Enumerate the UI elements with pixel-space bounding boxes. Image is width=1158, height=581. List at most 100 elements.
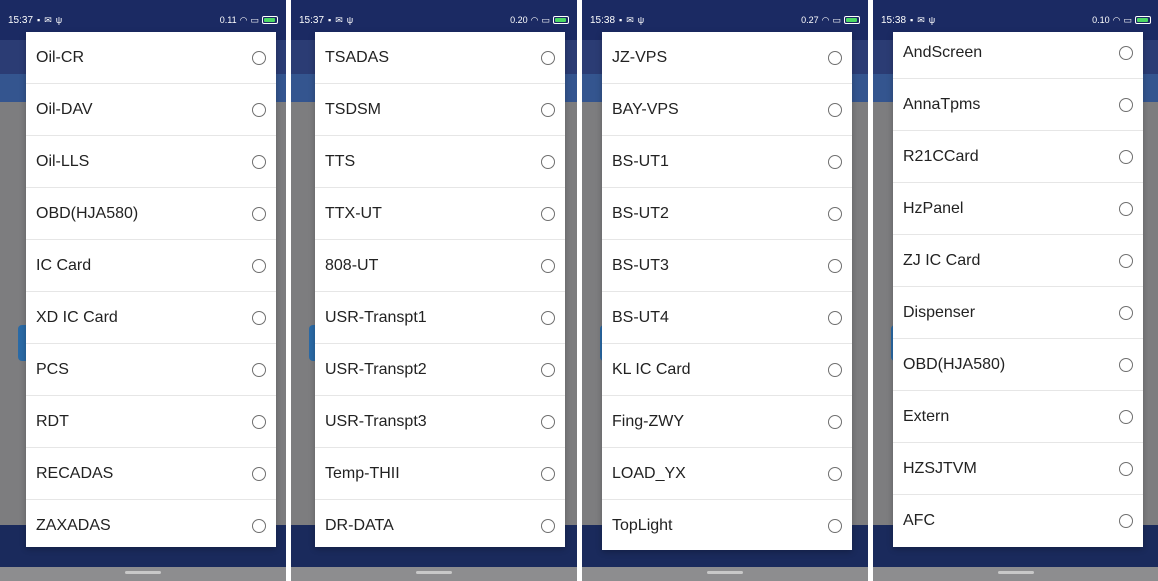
message-icon: ▪	[328, 14, 332, 25]
radio-unselected-icon[interactable]	[541, 154, 555, 169]
option-label: BS-UT3	[612, 256, 669, 274]
radio-unselected-icon[interactable]	[541, 466, 555, 481]
radio-unselected-icon[interactable]	[252, 310, 266, 325]
option-item[interactable]: Temp-THII	[315, 448, 565, 500]
option-item[interactable]: IC Card	[26, 240, 276, 292]
radio-unselected-icon[interactable]	[541, 519, 555, 533]
radio-unselected-icon[interactable]	[541, 206, 555, 221]
option-item[interactable]: HZSJTVM	[893, 443, 1143, 495]
option-item[interactable]: HzPanel	[893, 183, 1143, 235]
option-item[interactable]: OBD(HJA580)	[26, 188, 276, 240]
radio-unselected-icon[interactable]	[252, 414, 266, 429]
radio-unselected-icon[interactable]	[252, 258, 266, 273]
option-label: DR-DATA	[325, 517, 394, 534]
option-item[interactable]: 808-UT	[315, 240, 565, 292]
radio-unselected-icon[interactable]	[252, 50, 266, 65]
option-item[interactable]: Extern	[893, 391, 1143, 443]
radio-unselected-icon[interactable]	[1119, 461, 1133, 476]
radio-unselected-icon[interactable]	[252, 362, 266, 377]
option-item[interactable]: DR-DATA	[315, 500, 565, 547]
radio-unselected-icon[interactable]	[1119, 97, 1133, 112]
radio-unselected-icon[interactable]	[541, 50, 555, 65]
radio-unselected-icon[interactable]	[828, 154, 842, 169]
radio-unselected-icon[interactable]	[541, 414, 555, 429]
radio-unselected-icon[interactable]	[541, 310, 555, 325]
option-item[interactable]: USR-Transpt1	[315, 292, 565, 344]
option-item[interactable]: RDT	[26, 396, 276, 448]
option-label: USR-Transpt2	[325, 360, 427, 378]
option-item[interactable]: USR-Transpt2	[315, 344, 565, 396]
option-item[interactable]: XD IC Card	[26, 292, 276, 344]
radio-unselected-icon[interactable]	[828, 414, 842, 429]
radio-unselected-icon[interactable]	[1119, 409, 1133, 424]
option-dialog: AndScreen AnnaTpms R21CCard HzPanel ZJ I…	[893, 32, 1143, 547]
radio-unselected-icon[interactable]	[1119, 305, 1133, 320]
option-label: BS-UT4	[612, 308, 669, 326]
nav-handle[interactable]	[125, 571, 161, 574]
radio-unselected-icon[interactable]	[1119, 201, 1133, 216]
radio-unselected-icon[interactable]	[828, 519, 842, 533]
option-label: USR-Transpt1	[325, 308, 427, 326]
option-item[interactable]: Oil-LLS	[26, 136, 276, 188]
radio-unselected-icon[interactable]	[828, 310, 842, 325]
radio-unselected-icon[interactable]	[541, 362, 555, 377]
option-item[interactable]: RECADAS	[26, 448, 276, 500]
option-item[interactable]: R21CCard	[893, 131, 1143, 183]
option-item[interactable]: Oil-CR	[26, 32, 276, 84]
radio-unselected-icon[interactable]	[828, 466, 842, 481]
mail-icon: ✉	[626, 14, 634, 25]
option-item[interactable]: PCS	[26, 344, 276, 396]
option-label: Oil-CR	[36, 48, 84, 66]
radio-unselected-icon[interactable]	[828, 258, 842, 273]
option-item[interactable]: AndScreen	[893, 32, 1143, 79]
option-item[interactable]: BS-UT2	[602, 188, 852, 240]
radio-unselected-icon[interactable]	[1119, 149, 1133, 164]
radio-unselected-icon[interactable]	[252, 466, 266, 481]
radio-unselected-icon[interactable]	[541, 102, 555, 117]
radio-unselected-icon[interactable]	[252, 154, 266, 169]
option-item[interactable]: ZAXADAS	[26, 500, 276, 547]
radio-unselected-icon[interactable]	[541, 258, 555, 273]
radio-unselected-icon[interactable]	[1119, 357, 1133, 372]
option-item[interactable]: Oil-DAV	[26, 84, 276, 136]
option-label: OBD(HJA580)	[903, 355, 1006, 373]
option-item[interactable]: TopLight	[602, 500, 852, 550]
option-item[interactable]: BS-UT1	[602, 136, 852, 188]
option-item[interactable]: AnnaTpms	[893, 79, 1143, 131]
nav-handle[interactable]	[416, 571, 452, 574]
option-item[interactable]: JZ-VPS	[602, 32, 852, 84]
radio-unselected-icon[interactable]	[1119, 253, 1133, 268]
option-item[interactable]: OBD(HJA580)	[893, 339, 1143, 391]
option-item[interactable]: TSADAS	[315, 32, 565, 84]
option-item[interactable]: TTX-UT	[315, 188, 565, 240]
radio-unselected-icon[interactable]	[1119, 514, 1133, 528]
usb-icon: ψ	[637, 14, 645, 25]
option-label: TTS	[325, 152, 356, 170]
option-item[interactable]: USR-Transpt3	[315, 396, 565, 448]
option-label: ZJ IC Card	[903, 251, 981, 269]
radio-unselected-icon[interactable]	[1119, 45, 1133, 60]
radio-unselected-icon[interactable]	[252, 519, 266, 533]
option-item[interactable]: ZJ IC Card	[893, 235, 1143, 287]
option-label: TSADAS	[325, 48, 390, 66]
option-item[interactable]: LOAD_YX	[602, 448, 852, 500]
battery-icon	[553, 16, 569, 24]
option-item[interactable]: Dispenser	[893, 287, 1143, 339]
radio-unselected-icon[interactable]	[252, 102, 266, 117]
option-item[interactable]: BS-UT4	[602, 292, 852, 344]
option-item[interactable]: TTS	[315, 136, 565, 188]
radio-unselected-icon[interactable]	[828, 102, 842, 117]
radio-unselected-icon[interactable]	[252, 206, 266, 221]
radio-unselected-icon[interactable]	[828, 206, 842, 221]
option-item[interactable]: AFC	[893, 495, 1143, 547]
option-item[interactable]: BAY-VPS	[602, 84, 852, 136]
radio-unselected-icon[interactable]	[828, 50, 842, 65]
option-dialog: TSADAS TSDSM TTS TTX-UT 808-UT USR-Trans…	[315, 32, 565, 547]
nav-handle[interactable]	[998, 571, 1034, 574]
option-item[interactable]: Fing-ZWY	[602, 396, 852, 448]
radio-unselected-icon[interactable]	[828, 362, 842, 377]
nav-handle[interactable]	[707, 571, 743, 574]
option-item[interactable]: KL IC Card	[602, 344, 852, 396]
option-item[interactable]: BS-UT3	[602, 240, 852, 292]
option-item[interactable]: TSDSM	[315, 84, 565, 136]
